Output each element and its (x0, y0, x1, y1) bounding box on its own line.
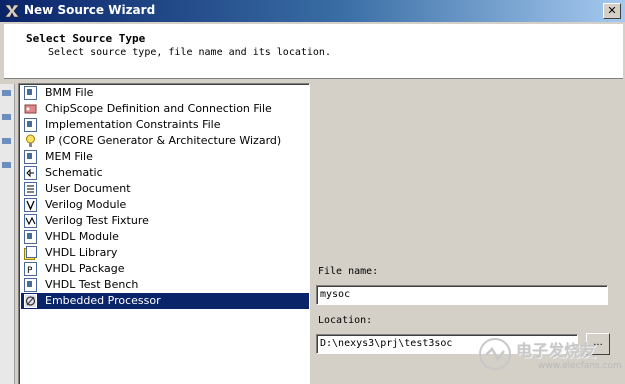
document-icon (24, 86, 37, 100)
list-item-label: VHDL Package (45, 262, 125, 275)
list-item[interactable]: P VHDL Package (21, 261, 309, 277)
list-item-label: Implementation Constraints File (45, 118, 221, 131)
list-item-label: MEM File (45, 150, 93, 163)
list-item-label: Verilog Module (45, 198, 127, 211)
verilog-test-icon (24, 214, 37, 228)
left-panel-edge (0, 84, 15, 384)
svg-text:P: P (27, 266, 33, 276)
list-item-label: IP (CORE Generator & Architecture Wizard… (45, 134, 282, 147)
list-item-label: VHDL Test Bench (45, 278, 139, 291)
chipscope-icon (24, 104, 37, 114)
list-item-label: User Document (45, 182, 131, 195)
list-item[interactable]: VHDL Module (21, 229, 309, 245)
document-icon (24, 230, 37, 244)
new-source-wizard-window: New Source Wizard ✕ Select Source Type S… (0, 0, 625, 384)
schematic-icon (24, 166, 37, 180)
list-item[interactable]: ChipScope Definition and Connection File (21, 101, 309, 117)
location-label: Location: (318, 315, 373, 326)
title-bar[interactable]: New Source Wizard ✕ (0, 0, 625, 22)
list-item-label: VHDL Library (45, 246, 118, 259)
list-item[interactable]: Schematic (21, 165, 309, 181)
page-title: Select Source Type (26, 32, 146, 45)
watermark-logo-icon (479, 338, 511, 370)
list-item-selected[interactable]: Embedded Processor (21, 293, 309, 309)
list-item[interactable]: Verilog Test Fixture (21, 213, 309, 229)
document-icon (24, 150, 37, 164)
list-item[interactable]: MEM File (21, 149, 309, 165)
library-icon (24, 246, 37, 260)
wizard-header: Select Source Type Select source type, f… (4, 24, 623, 79)
list-item[interactable]: User Document (21, 181, 309, 197)
list-item[interactable]: Verilog Module (21, 197, 309, 213)
watermark: 电子发烧友 www.elecfans.com (478, 333, 622, 377)
xilinx-logo-icon (4, 4, 20, 18)
verilog-icon (24, 198, 37, 212)
watermark-text: 电子发烧友 (516, 341, 597, 360)
page-subtitle: Select source type, file name and its lo… (48, 47, 331, 58)
close-button[interactable]: ✕ (603, 3, 621, 19)
list-item[interactable]: Implementation Constraints File (21, 117, 309, 133)
list-item-label: ChipScope Definition and Connection File (45, 102, 272, 115)
list-item-label: Embedded Processor (45, 294, 161, 307)
list-item-label: BMM File (45, 86, 94, 99)
document-icon (24, 278, 37, 292)
list-item[interactable]: VHDL Test Bench (21, 277, 309, 293)
text-document-icon (24, 182, 37, 196)
document-icon (24, 118, 37, 132)
file-name-label: File name: (318, 266, 379, 277)
list-item[interactable]: BMM File (21, 85, 309, 101)
bulb-icon (26, 134, 35, 147)
list-item-label: Verilog Test Fixture (45, 214, 149, 227)
watermark-url: www.elecfans.com (538, 361, 622, 371)
processor-icon (24, 294, 37, 308)
list-item-label: Schematic (45, 166, 103, 179)
file-name-input[interactable]: mysoc (316, 285, 608, 305)
list-item-label: VHDL Module (45, 230, 119, 243)
source-type-list[interactable]: BMM File ChipScope Definition and Connec… (18, 83, 310, 384)
window-title: New Source Wizard (24, 3, 156, 17)
list-item[interactable]: IP (CORE Generator & Architecture Wizard… (21, 133, 309, 149)
list-item[interactable]: VHDL Library (21, 245, 309, 261)
package-icon: P (24, 262, 37, 276)
